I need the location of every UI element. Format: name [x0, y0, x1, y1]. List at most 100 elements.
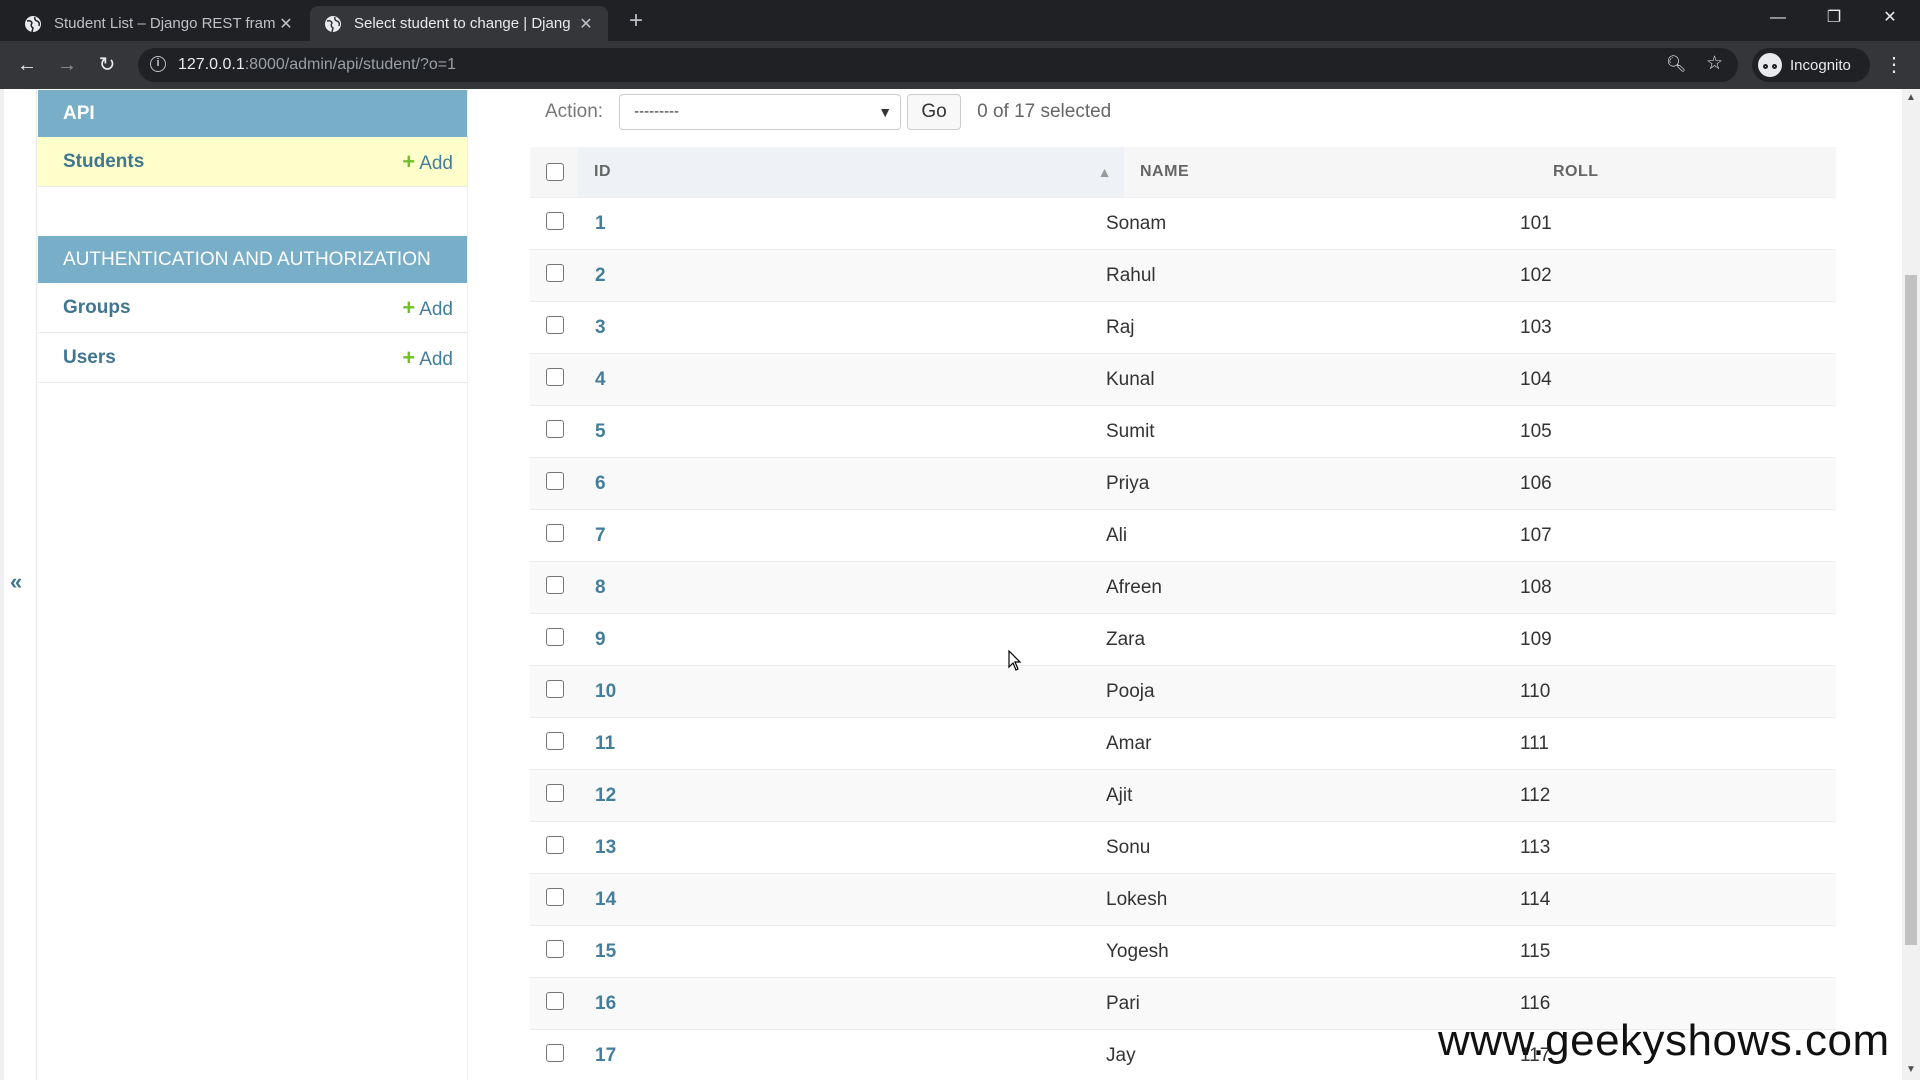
row-id-link[interactable]: 17	[595, 1030, 616, 1080]
plus-icon: +	[402, 149, 416, 174]
add-student-link[interactable]: + Add	[402, 137, 453, 188]
sidebar-item-students[interactable]: Students + Add	[38, 137, 467, 187]
scroll-down-icon[interactable]: ▼	[1902, 1064, 1920, 1075]
row-roll: 107	[1520, 525, 1552, 546]
new-tab-icon[interactable]: +	[622, 6, 650, 36]
row-id-link[interactable]: 4	[595, 354, 606, 405]
row-select-checkbox[interactable]	[546, 368, 564, 386]
row-select-checkbox[interactable]	[546, 888, 564, 906]
browser-menu-icon[interactable]: ⋮	[1884, 51, 1904, 79]
row-roll: 105	[1520, 421, 1552, 442]
browser-tab-select-student[interactable]: Select student to change | Djang ✕	[310, 6, 608, 41]
table-row: 15 Yogesh 115	[530, 926, 1836, 978]
page-viewport: « API Students + Add AUTHENTICATION AND A…	[0, 89, 1902, 1080]
action-label: Action:	[545, 101, 604, 122]
watermark: www.geekyshows.com	[1438, 1016, 1890, 1065]
browser-tab-student-list[interactable]: Student List – Django REST frame ✕	[10, 6, 308, 41]
collapse-sidebar-icon[interactable]: «	[10, 569, 22, 595]
table-row: 7 Ali 107	[530, 510, 1836, 562]
action-select[interactable]: --------- ▼	[619, 94, 902, 130]
close-tab-icon[interactable]: ✕	[576, 14, 596, 34]
row-id-link[interactable]: 11	[595, 718, 615, 769]
sidebar-item-label[interactable]: Students	[63, 151, 144, 172]
sidebar-item-users[interactable]: Users + Add	[38, 333, 467, 383]
row-id-link[interactable]: 1	[595, 198, 606, 249]
row-id-link[interactable]: 12	[595, 770, 616, 821]
row-id-link[interactable]: 8	[595, 562, 606, 613]
row-select-checkbox[interactable]	[546, 524, 564, 542]
row-id-link[interactable]: 3	[595, 302, 606, 353]
sidebar-item-label[interactable]: Users	[63, 347, 116, 368]
plus-icon: +	[402, 295, 416, 320]
row-id-link[interactable]: 16	[595, 978, 616, 1029]
back-arrow-icon[interactable]: ←	[13, 51, 41, 79]
row-select-checkbox[interactable]	[546, 1044, 564, 1062]
row-name: Raj	[1106, 317, 1135, 338]
row-roll: 102	[1520, 265, 1552, 286]
add-group-link[interactable]: + Add	[402, 283, 453, 334]
reload-icon[interactable]: ↻	[93, 51, 121, 79]
row-id-link[interactable]: 10	[595, 666, 616, 717]
restore-icon[interactable]: ❐	[1806, 0, 1862, 36]
select-all-checkbox[interactable]	[546, 163, 564, 181]
site-info-icon[interactable]: i	[150, 56, 166, 72]
row-select-checkbox[interactable]	[546, 836, 564, 854]
url-text[interactable]: 127.0.0.1:8000/admin/api/student/?o=1	[178, 56, 456, 74]
row-select-checkbox[interactable]	[546, 472, 564, 490]
table-row: 8 Afreen 108	[530, 562, 1836, 614]
sidebar-item-label[interactable]: Groups	[63, 297, 131, 318]
row-select-checkbox[interactable]	[546, 264, 564, 282]
module-caption-auth[interactable]: AUTHENTICATION AND AUTHORIZATION	[38, 236, 467, 283]
row-id-link[interactable]: 7	[595, 510, 606, 561]
add-user-link[interactable]: + Add	[402, 333, 453, 384]
selection-counter: 0 of 17 selected	[977, 101, 1112, 122]
row-select-checkbox[interactable]	[546, 628, 564, 646]
row-id-link[interactable]: 13	[595, 822, 616, 873]
row-select-checkbox[interactable]	[546, 680, 564, 698]
table-row: 10 Pooja 110	[530, 666, 1836, 718]
globe-icon	[25, 15, 41, 32]
address-bar[interactable]: i 127.0.0.1:8000/admin/api/student/?o=1 …	[138, 48, 1738, 82]
row-name: Lokesh	[1106, 889, 1168, 910]
bookmark-star-icon[interactable]: ☆	[1706, 52, 1723, 75]
zoom-icon[interactable]: 🔍︎	[1666, 54, 1686, 74]
column-header-name[interactable]: NAME	[1124, 147, 1189, 197]
row-select-checkbox[interactable]	[546, 576, 564, 594]
forward-arrow-icon[interactable]: →	[53, 51, 81, 79]
module-caption-api[interactable]: API	[38, 90, 467, 137]
sidebar-item-groups[interactable]: Groups + Add	[38, 283, 467, 333]
row-select-checkbox[interactable]	[546, 732, 564, 750]
go-button[interactable]: Go	[907, 94, 962, 130]
row-id-link[interactable]: 14	[595, 874, 616, 925]
row-id-link[interactable]: 6	[595, 458, 606, 509]
module-api: API Students + Add	[38, 90, 467, 187]
table-row: 9 Zara 109	[530, 614, 1836, 666]
row-name: Sonu	[1106, 837, 1151, 858]
scrollbar-thumb[interactable]	[1905, 275, 1917, 945]
row-id-link[interactable]: 2	[595, 250, 606, 301]
row-select-checkbox[interactable]	[546, 420, 564, 438]
table-row: 11 Amar 111	[530, 718, 1836, 770]
row-select-checkbox[interactable]	[546, 992, 564, 1010]
sidebar-divider	[467, 89, 468, 1080]
row-select-checkbox[interactable]	[546, 940, 564, 958]
table-header: ID ▲ NAME ROLL	[530, 147, 1836, 198]
table-row: 13 Sonu 113	[530, 822, 1836, 874]
row-select-checkbox[interactable]	[546, 212, 564, 230]
incognito-profile[interactable]: Incognito	[1752, 48, 1870, 82]
close-tab-icon[interactable]: ✕	[276, 14, 296, 34]
row-id-link[interactable]: 9	[595, 614, 606, 665]
sort-ascending-icon[interactable]: ▲	[1098, 147, 1112, 197]
close-window-icon[interactable]: ✕	[1862, 0, 1918, 36]
minimize-icon[interactable]: —	[1750, 0, 1806, 36]
row-select-checkbox[interactable]	[546, 316, 564, 334]
row-roll: 109	[1520, 629, 1552, 650]
row-roll: 115	[1520, 941, 1551, 962]
row-id-link[interactable]: 5	[595, 406, 606, 457]
row-id-link[interactable]: 15	[595, 926, 616, 977]
browser-toolbar: ← → ↻ i 127.0.0.1:8000/admin/api/student…	[0, 41, 1920, 89]
column-header-roll[interactable]: ROLL	[1530, 147, 1599, 197]
row-select-checkbox[interactable]	[546, 784, 564, 802]
column-header-id[interactable]: ID ▲	[578, 147, 1124, 197]
scroll-up-icon[interactable]: ▲	[1902, 92, 1920, 103]
